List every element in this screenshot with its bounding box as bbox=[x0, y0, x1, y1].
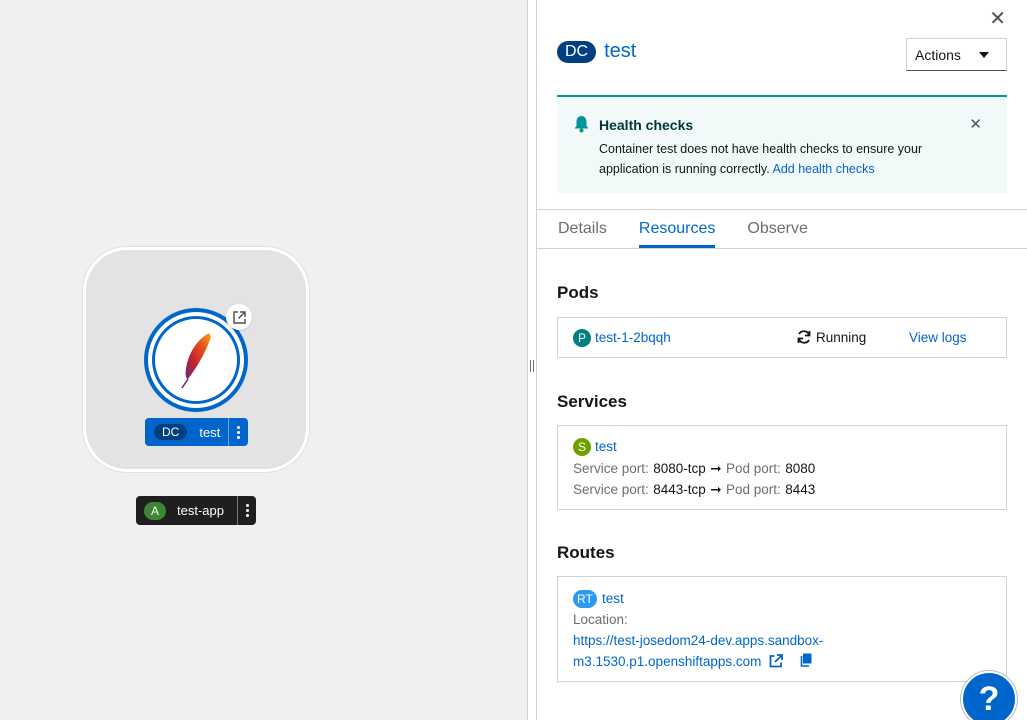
open-url-icon[interactable] bbox=[226, 304, 252, 330]
panel-resize-handle[interactable] bbox=[527, 0, 537, 720]
side-panel: ✕ DC test Actions Health checks Containe… bbox=[537, 0, 1027, 720]
panel-tabs: Details Resources Observe bbox=[537, 209, 1027, 249]
external-link-icon[interactable] bbox=[769, 654, 783, 668]
app-name: test-app bbox=[177, 503, 224, 518]
add-health-checks-link[interactable]: Add health checks bbox=[772, 162, 874, 176]
pod-status: Running bbox=[816, 330, 867, 345]
pod-port-value: 8443 bbox=[785, 482, 816, 497]
bell-icon bbox=[574, 116, 589, 133]
resize-grip-icon bbox=[530, 360, 534, 372]
panel-title: DC test bbox=[557, 40, 636, 63]
routes-heading: Routes bbox=[557, 543, 615, 562]
actions-dropdown[interactable]: Actions bbox=[906, 38, 1007, 71]
pods-heading: Pods bbox=[557, 283, 599, 302]
tab-details[interactable]: Details bbox=[558, 210, 607, 248]
pod-badge: P bbox=[573, 329, 591, 347]
workload-node-inner bbox=[152, 316, 240, 404]
route-url-link-line1[interactable]: https://test-josedom24-dev.apps.sandbox- bbox=[573, 633, 823, 648]
apache-feather-icon bbox=[181, 333, 211, 389]
topology-canvas[interactable]: DC test A test-app bbox=[0, 0, 527, 720]
service-card: S test Service port: 8080-tcp ➞ Pod port… bbox=[557, 425, 1007, 510]
question-mark-icon: ? bbox=[978, 679, 1000, 718]
pod-port-label: Pod port: bbox=[726, 482, 781, 497]
node-kebab-menu-icon[interactable] bbox=[228, 418, 248, 446]
app-kebab-menu-icon[interactable] bbox=[237, 496, 256, 525]
service-name-link[interactable]: test bbox=[595, 439, 617, 454]
node-name: test bbox=[199, 424, 221, 440]
service-port-row: Service port: 8080-tcp ➞ Pod port: 8080 bbox=[573, 460, 815, 478]
pod-row: P test-1-2bqqh Running View logs bbox=[557, 317, 1007, 358]
health-checks-alert: Health checks Container test does not ha… bbox=[557, 95, 1007, 193]
long-arrow-right-icon: ➞ bbox=[710, 482, 722, 497]
service-port-row: Service port: 8443-tcp ➞ Pod port: 8443 bbox=[573, 481, 815, 499]
route-name-link[interactable]: test bbox=[602, 591, 624, 606]
caret-down-icon bbox=[979, 52, 989, 58]
long-arrow-right-icon: ➞ bbox=[710, 461, 722, 476]
workload-node-label[interactable]: DC test bbox=[145, 418, 248, 446]
help-button[interactable]: ? bbox=[961, 671, 1017, 720]
alert-body: Container test does not have health chec… bbox=[599, 140, 949, 179]
sync-icon bbox=[797, 330, 811, 344]
services-heading: Services bbox=[557, 392, 627, 411]
application-group-label[interactable]: A test-app bbox=[136, 496, 256, 525]
service-port-value: 8080-tcp bbox=[653, 461, 706, 476]
service-badge: S bbox=[573, 438, 591, 456]
route-url-link-line2[interactable]: m3.1530.p1.openshiftapps.com bbox=[573, 654, 761, 669]
pod-name-link[interactable]: test-1-2bqqh bbox=[595, 330, 671, 345]
copy-icon[interactable] bbox=[800, 653, 812, 667]
close-panel-icon[interactable]: ✕ bbox=[989, 6, 1006, 31]
close-alert-icon[interactable]: ✕ bbox=[969, 115, 982, 133]
resource-name-link[interactable]: test bbox=[604, 40, 636, 63]
alert-title: Health checks bbox=[599, 117, 694, 133]
resource-kind-badge: DC bbox=[557, 40, 597, 63]
route-card: RT test Location: https://test-josedom24… bbox=[557, 576, 1007, 682]
route-badge: RT bbox=[573, 590, 597, 608]
tab-resources[interactable]: Resources bbox=[638, 210, 716, 248]
pod-port-label: Pod port: bbox=[726, 461, 781, 476]
app-kind-badge: A bbox=[144, 501, 166, 520]
view-logs-link[interactable]: View logs bbox=[909, 330, 967, 345]
tab-observe[interactable]: Observe bbox=[747, 210, 807, 248]
service-port-label: Service port: bbox=[573, 461, 649, 476]
node-kind-badge: DC bbox=[154, 424, 188, 440]
location-label: Location: bbox=[573, 612, 628, 627]
pod-port-value: 8080 bbox=[785, 461, 816, 476]
service-port-label: Service port: bbox=[573, 482, 649, 497]
service-port-value: 8443-tcp bbox=[653, 482, 706, 497]
actions-label: Actions bbox=[915, 46, 961, 63]
